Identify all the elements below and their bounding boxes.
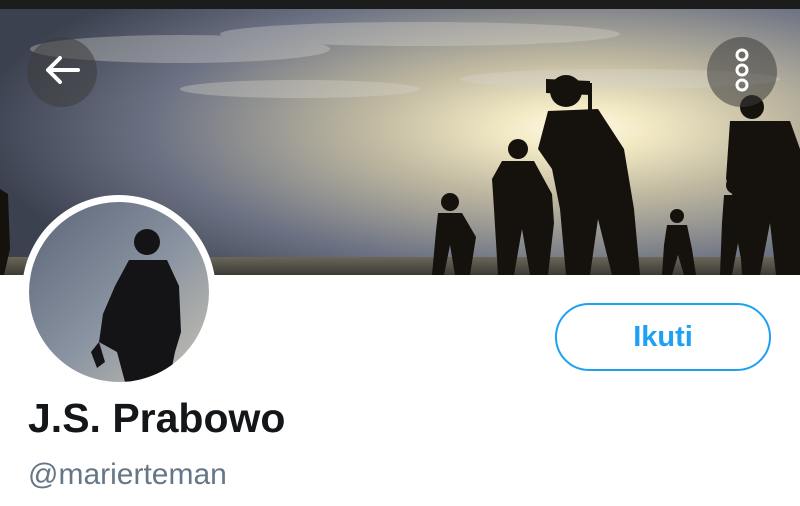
arrow-left-icon bbox=[42, 54, 82, 91]
avatar-border bbox=[22, 195, 216, 389]
follow-button-label: Ikuti bbox=[633, 320, 693, 353]
more-options-button[interactable] bbox=[707, 37, 777, 107]
back-button[interactable] bbox=[27, 37, 97, 107]
status-bar bbox=[0, 0, 800, 9]
follow-button[interactable]: Ikuti bbox=[555, 303, 771, 371]
display-name: J.S. Prabowo bbox=[28, 395, 286, 441]
avatar[interactable] bbox=[29, 202, 209, 382]
user-handle: @marierteman bbox=[28, 458, 227, 491]
vertical-dots-icon bbox=[733, 48, 751, 97]
